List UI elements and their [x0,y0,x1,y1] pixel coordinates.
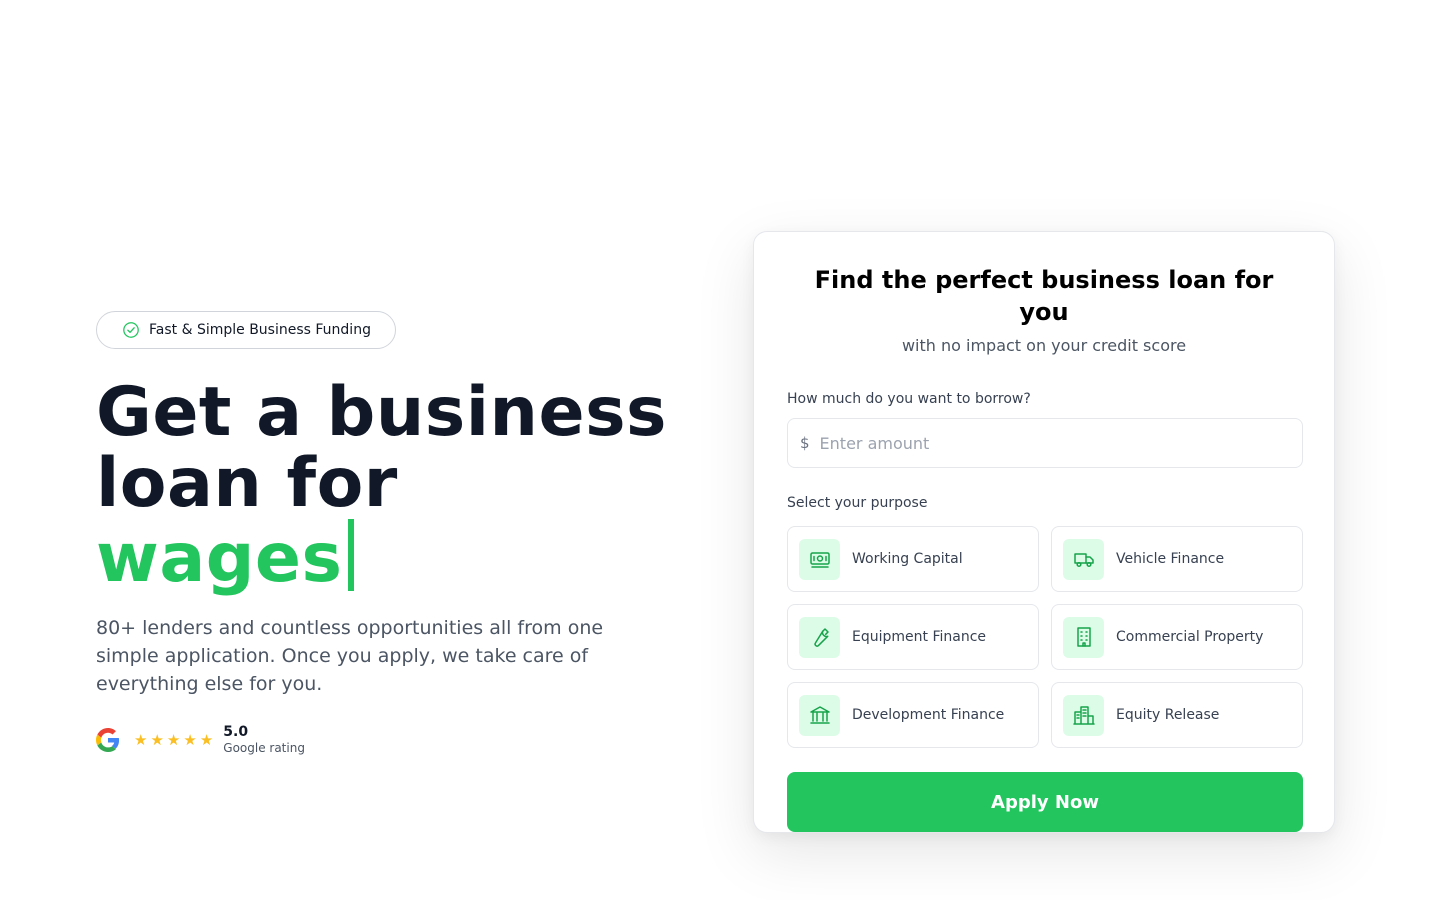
rating-text: 5.0 Google rating [223,724,305,756]
headline-accent-word: wages [96,519,343,598]
amount-label: How much do you want to borrow? [787,391,1031,407]
purpose-label-text: Working Capital [852,551,963,567]
headline-accent: wages [96,519,355,594]
purpose-label-text: Equity Release [1116,707,1220,723]
purpose-label-text: Equipment Finance [852,629,987,645]
purpose-option-commercial-property[interactable]: Commercial Property [1051,604,1303,670]
star-icon: ★ [134,730,148,749]
wrench-icon [799,616,840,658]
amount-field[interactable]: $ [787,418,1303,468]
purpose-option-development-finance[interactable]: Development Finance [787,682,1039,748]
star-icon: ★ [183,730,197,749]
building-icon [1063,616,1104,658]
purpose-label-text: Vehicle Finance [1116,551,1225,567]
star-icon: ★ [166,730,181,749]
hero-section: Fast & Simple Business Funding Get a bus… [96,311,716,756]
typing-cursor [348,519,355,591]
badge-label: Fast & Simple Business Funding [149,322,371,338]
loan-form-card: Find the perfect business loan for you w… [753,231,1335,833]
funding-badge: Fast & Simple Business Funding [96,311,396,349]
currency-symbol: $ [800,434,810,452]
star-rating: ★ ★ ★ ★ ★ [134,730,214,749]
truck-icon [1063,538,1104,580]
star-icon: ★ [199,730,214,749]
form-subtitle: with no impact on your credit score [901,336,1187,355]
amount-input[interactable] [819,419,1302,467]
apply-now-button[interactable]: Apply Now [787,772,1303,832]
google-logo-icon [96,728,120,752]
purpose-label-text: Commercial Property [1116,629,1264,645]
star-icon: ★ [150,730,164,749]
form-title: Find the perfect business loan for you [814,266,1274,326]
cash-icon [799,538,840,580]
purpose-label-text: Development Finance [852,707,1005,723]
google-rating: ★ ★ ★ ★ ★ 5.0 Google rating [96,724,716,756]
check-circle-icon [123,322,139,338]
rating-label: Google rating [223,741,305,755]
purpose-option-equity-release[interactable]: Equity Release [1051,682,1303,748]
city-icon [1063,694,1104,736]
bank-icon [799,694,840,736]
hero-description: 80+ lenders and countless opportunities … [96,617,604,695]
purpose-option-equipment-finance[interactable]: Equipment Finance [787,604,1039,670]
purpose-option-working-capital[interactable]: Working Capital [787,526,1039,592]
headline-line1: Get a business [96,373,668,452]
purpose-option-vehicle-finance[interactable]: Vehicle Finance [1051,526,1303,592]
rating-value: 5.0 [223,724,249,740]
purpose-grid: Working Capital Vehicle Finance Equipmen… [787,526,1303,748]
hero-headline: Get a business loan for wages [96,377,716,594]
headline-line2: loan for [96,444,398,523]
page: Fast & Simple Business Funding Get a bus… [0,0,1440,900]
purpose-label: Select your purpose [787,495,928,511]
